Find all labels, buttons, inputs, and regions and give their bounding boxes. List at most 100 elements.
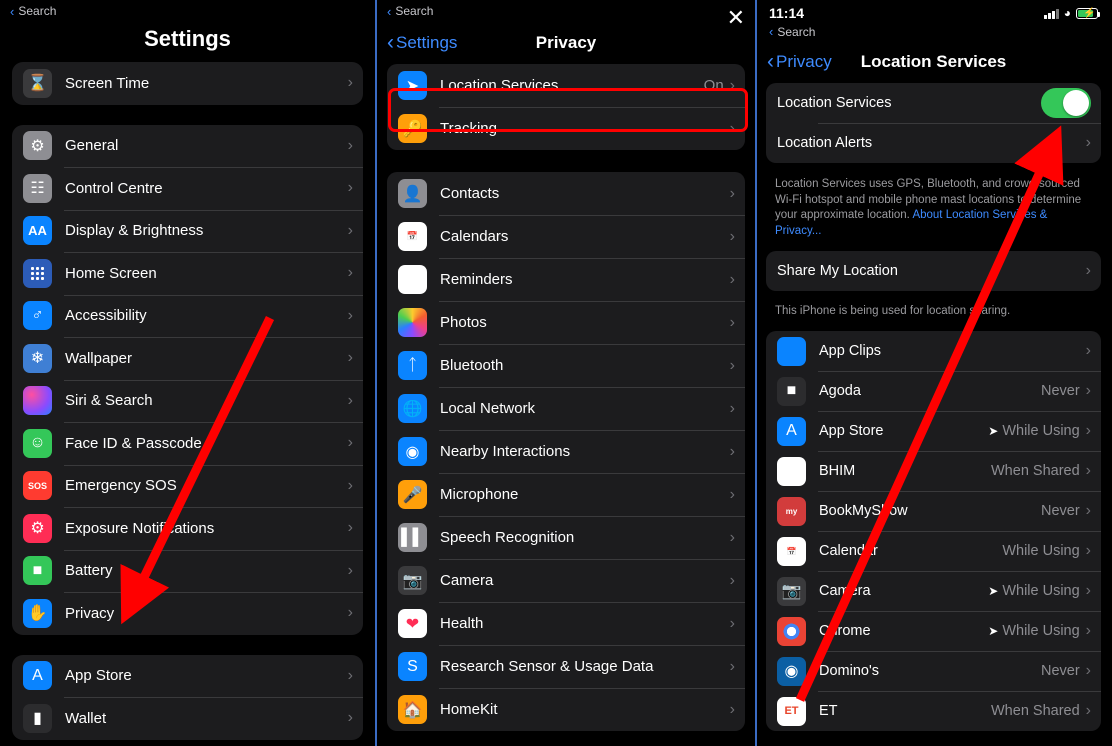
list-item[interactable]: ☷ Control Centre › (12, 167, 363, 210)
exposure-notifications-icon: ⚙ (23, 513, 52, 543)
list-item[interactable]: ⚙ General › (12, 125, 363, 168)
chevron-right-icon: › (347, 306, 353, 324)
contacts-icon: 👤 (398, 179, 427, 208)
list-item-value: On (703, 77, 724, 94)
list-item[interactable]: ⌛ Screen Time › (12, 62, 363, 105)
battery-icon: ■ (23, 556, 52, 586)
list-item[interactable]: AA Display & Brightness › (12, 209, 363, 253)
list-item[interactable]: ▌▌ Speech Recognition › (387, 516, 745, 559)
list-item-label: Camera (440, 572, 494, 589)
accessibility-icon: ♂ (23, 301, 52, 331)
chevron-right-icon: › (347, 434, 353, 452)
list-item[interactable]: ❤ Health › (387, 602, 745, 645)
list-item[interactable]: ✋ Privacy › (12, 592, 363, 635)
list-item[interactable]: ᛏ Bluetooth › (387, 344, 745, 387)
list-item-label: Microphone (440, 486, 519, 503)
list-item[interactable]: ◉ Domino's Never › (766, 651, 1101, 691)
list-item-label: Display & Brightness (65, 222, 204, 240)
nearby-interactions-icon: ◉ (398, 437, 427, 466)
location-arrow-icon: ➤ (398, 71, 427, 100)
panel1-search-label: Search (18, 4, 57, 18)
close-icon[interactable]: ✕ (727, 7, 745, 29)
camera-icon: 📷 (777, 576, 806, 606)
list-item[interactable]: 🎤 Microphone › (387, 473, 745, 516)
list-item[interactable]: 📷 Camera ➤ While Using › (766, 571, 1101, 611)
list-item[interactable]: ➤ Location Services On › (387, 64, 745, 107)
list-item-label: Chrome (819, 623, 871, 640)
back-button-label: Settings (396, 33, 458, 52)
list-item[interactable]: ☺ Face ID & Passcode › (12, 422, 363, 465)
list-item[interactable]: ❄ Wallpaper › (12, 337, 363, 380)
share-my-location-group: Share My Location › (766, 251, 1101, 292)
list-item-label: Control Centre (65, 179, 163, 197)
list-item[interactable]: ■ Agoda Never › (766, 371, 1101, 411)
list-item-label: Health (440, 615, 484, 632)
et-icon: ET (777, 696, 806, 726)
list-item-label: Face ID & Passcode (65, 434, 202, 452)
list-item[interactable]: ▲ BHIM When Shared › (766, 451, 1101, 491)
list-item[interactable]: Home Screen › (12, 252, 363, 295)
chevron-right-icon: › (729, 614, 735, 632)
chevron-right-icon: › (1085, 582, 1091, 600)
list-item[interactable]: ET ET When Shared › (766, 691, 1101, 731)
list-item[interactable]: SOS Emergency SOS › (12, 464, 363, 508)
home-screen-icon (23, 258, 52, 288)
reminders-icon: ☰ (398, 265, 427, 294)
chevron-right-icon: › (347, 561, 353, 579)
list-item-label: Bluetooth (440, 357, 504, 374)
list-item[interactable]: A App Store › (12, 655, 363, 698)
chevron-right-icon: › (1085, 462, 1091, 480)
privacy-hand-icon: ✋ (23, 598, 52, 628)
list-item[interactable]: App Clips › (766, 331, 1101, 371)
list-item[interactable]: 📷 Camera › (387, 559, 745, 602)
chevron-right-icon: › (729, 270, 735, 288)
back-button-privacy[interactable]: ‹ Privacy (767, 51, 832, 72)
list-item[interactable]: 🔑 Tracking › (387, 107, 745, 150)
list-item[interactable]: Share My Location › (766, 251, 1101, 291)
location-services-toggle[interactable] (1041, 88, 1091, 118)
list-item-label: Contacts (440, 185, 500, 202)
chevron-right-icon: › (1085, 662, 1091, 680)
location-footnote: Location Services uses GPS, Bluetooth, a… (757, 171, 1110, 251)
gear-icon: ⚙ (23, 131, 52, 161)
chevron-right-icon: › (347, 709, 353, 727)
list-item[interactable]: 🌐 Local Network › (387, 387, 745, 430)
list-item[interactable]: 🏠 HomeKit › (387, 688, 745, 731)
chevron-right-icon: › (1085, 262, 1091, 280)
panel3-statusbar: 11:14 ◕ ⚡ (757, 0, 1110, 24)
list-item[interactable]: 📅 Calendar While Using › (766, 531, 1101, 571)
list-item-label: HomeKit (440, 701, 498, 718)
list-item[interactable]: Photos › (387, 301, 745, 344)
chevron-right-icon: › (347, 476, 353, 494)
list-item[interactable]: Chrome ➤ While Using › (766, 611, 1101, 651)
list-item[interactable]: ⚙ Exposure Notifications › (12, 507, 363, 550)
list-item[interactable]: S Research Sensor & Usage Data › (387, 645, 745, 688)
list-item-label: ET (819, 703, 838, 720)
list-item-label: Local Network (440, 400, 536, 417)
tracking-icon: 🔑 (398, 114, 427, 143)
back-button-settings[interactable]: ‹ Settings (387, 32, 458, 53)
list-item[interactable]: Siri & Search › (12, 379, 363, 423)
chevron-right-icon: › (347, 519, 353, 537)
status-time: 11:14 (769, 5, 805, 21)
health-heart-icon: ❤ (398, 609, 427, 638)
list-item-value: Never (1040, 503, 1080, 520)
chevron-right-icon: › (347, 264, 353, 282)
bookmyshow-icon: my (777, 496, 806, 526)
homekit-icon: 🏠 (398, 695, 427, 724)
list-item[interactable]: ■ Battery › (12, 549, 363, 593)
list-item[interactable]: Location Services (766, 83, 1101, 123)
list-item[interactable]: 📅 Calendars › (387, 215, 745, 258)
settings-group-screentime: ⌛ Screen Time › (12, 62, 363, 105)
list-item[interactable]: ♂ Accessibility › (12, 294, 363, 338)
list-item[interactable]: ☰ Reminders › (387, 258, 745, 301)
list-item[interactable]: my BookMyShow Never › (766, 491, 1101, 531)
chevron-right-icon: › (347, 221, 353, 239)
list-item[interactable]: ◉ Nearby Interactions › (387, 430, 745, 473)
list-item[interactable]: A App Store ➤ While Using › (766, 411, 1101, 451)
list-item[interactable]: 👤 Contacts › (387, 172, 745, 215)
list-item[interactable]: ▮ Wallet › (12, 697, 363, 740)
panel1-search-remnant: ‹ Search (10, 3, 57, 19)
list-item[interactable]: Location Alerts › (766, 123, 1101, 163)
privacy-group-location: ➤ Location Services On › 🔑 Tracking › (387, 64, 745, 150)
